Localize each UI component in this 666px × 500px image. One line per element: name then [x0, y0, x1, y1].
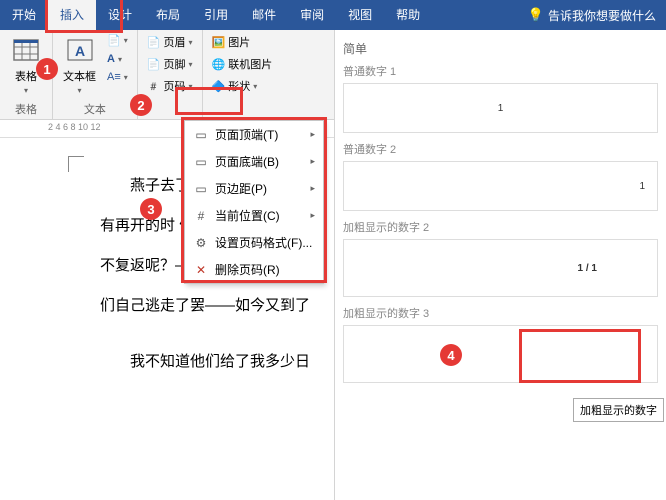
online-picture-button[interactable]: 🌐联机图片 [209, 54, 276, 74]
tab-home[interactable]: 开始 [0, 0, 48, 30]
picture-button[interactable]: 🖼️图片 [209, 32, 276, 52]
callout-1: 1 [36, 58, 58, 80]
search-icon: 💡 [528, 7, 544, 23]
header-icon: 📄 [147, 36, 161, 49]
tell-me-search[interactable]: 💡 告诉我你想要做什么 [518, 7, 666, 24]
tell-me-label: 告诉我你想要做什么 [548, 7, 656, 24]
table-label: 表格 [15, 68, 37, 84]
pagenumber-gallery: 简单 普通数字 1 1 普通数字 2 1 加粗显示的数字 2 1 / 1 加粗显… [334, 30, 666, 500]
tab-review[interactable]: 审阅 [288, 0, 336, 30]
header-button[interactable]: 📄页眉▾ [144, 32, 196, 52]
callout-1-box [48, 0, 120, 30]
footer-icon: 📄 [147, 58, 161, 71]
gallery-item-label: 普通数字 2 [343, 141, 658, 157]
chevron-down-icon: ▾ [77, 86, 81, 95]
textbox-icon: A [64, 34, 96, 66]
picture-icon: 🖼️ [212, 36, 226, 49]
gallery-tooltip: 加粗显示的数字 [573, 398, 664, 422]
chevron-down-icon: ▾ [24, 86, 28, 95]
callout-4: 4 [440, 344, 462, 366]
gallery-item-plain1[interactable]: 1 [343, 83, 658, 133]
table-icon [10, 34, 42, 66]
wordart-icon: A [107, 53, 115, 65]
dropcap-button[interactable]: A≡▾ [104, 69, 131, 85]
gallery-item-plain2[interactable]: 1 [343, 161, 658, 211]
tab-mailings[interactable]: 邮件 [240, 0, 288, 30]
callout-2-box [178, 90, 240, 112]
pagenumber-icon: #️ [147, 80, 161, 93]
gallery-item-bold2[interactable]: 1 / 1 [343, 239, 658, 297]
tab-references[interactable]: 引用 [192, 0, 240, 30]
callout-3-box [184, 120, 324, 280]
quickparts-button[interactable]: 📄▾ [104, 32, 131, 49]
callout-3: 3 [140, 198, 162, 220]
tab-help[interactable]: 帮助 [384, 0, 432, 30]
page-corner [68, 156, 84, 172]
footer-button[interactable]: 📄页脚▾ [144, 54, 196, 74]
callout-4-box [522, 332, 638, 380]
tab-view[interactable]: 视图 [336, 0, 384, 30]
gallery-item-label: 加粗显示的数字 3 [343, 305, 658, 321]
wordart-button[interactable]: A▾ [104, 51, 131, 67]
tab-layout[interactable]: 布局 [144, 0, 192, 30]
group-text-label: 文本 [59, 99, 131, 119]
group-tables-label: 表格 [6, 99, 46, 119]
dropcap-icon: A≡ [107, 71, 121, 83]
gallery-item-label: 普通数字 1 [343, 63, 658, 79]
gallery-item-label: 加粗显示的数字 2 [343, 219, 658, 235]
parts-icon: 📄 [107, 34, 121, 47]
group-text: A 文本框 ▾ 📄▾ A▾ A≡▾ 文本 [53, 30, 138, 119]
textbox-button[interactable]: A 文本框 ▾ [59, 32, 100, 97]
svg-text:A: A [74, 43, 84, 59]
online-picture-icon: 🌐 [212, 58, 226, 71]
callout-2: 2 [130, 94, 152, 116]
gallery-section-simple: 简单 [343, 40, 658, 57]
ruler-marks: 2 4 6 8 10 12 [48, 122, 101, 132]
textbox-label: 文本框 [63, 68, 96, 84]
